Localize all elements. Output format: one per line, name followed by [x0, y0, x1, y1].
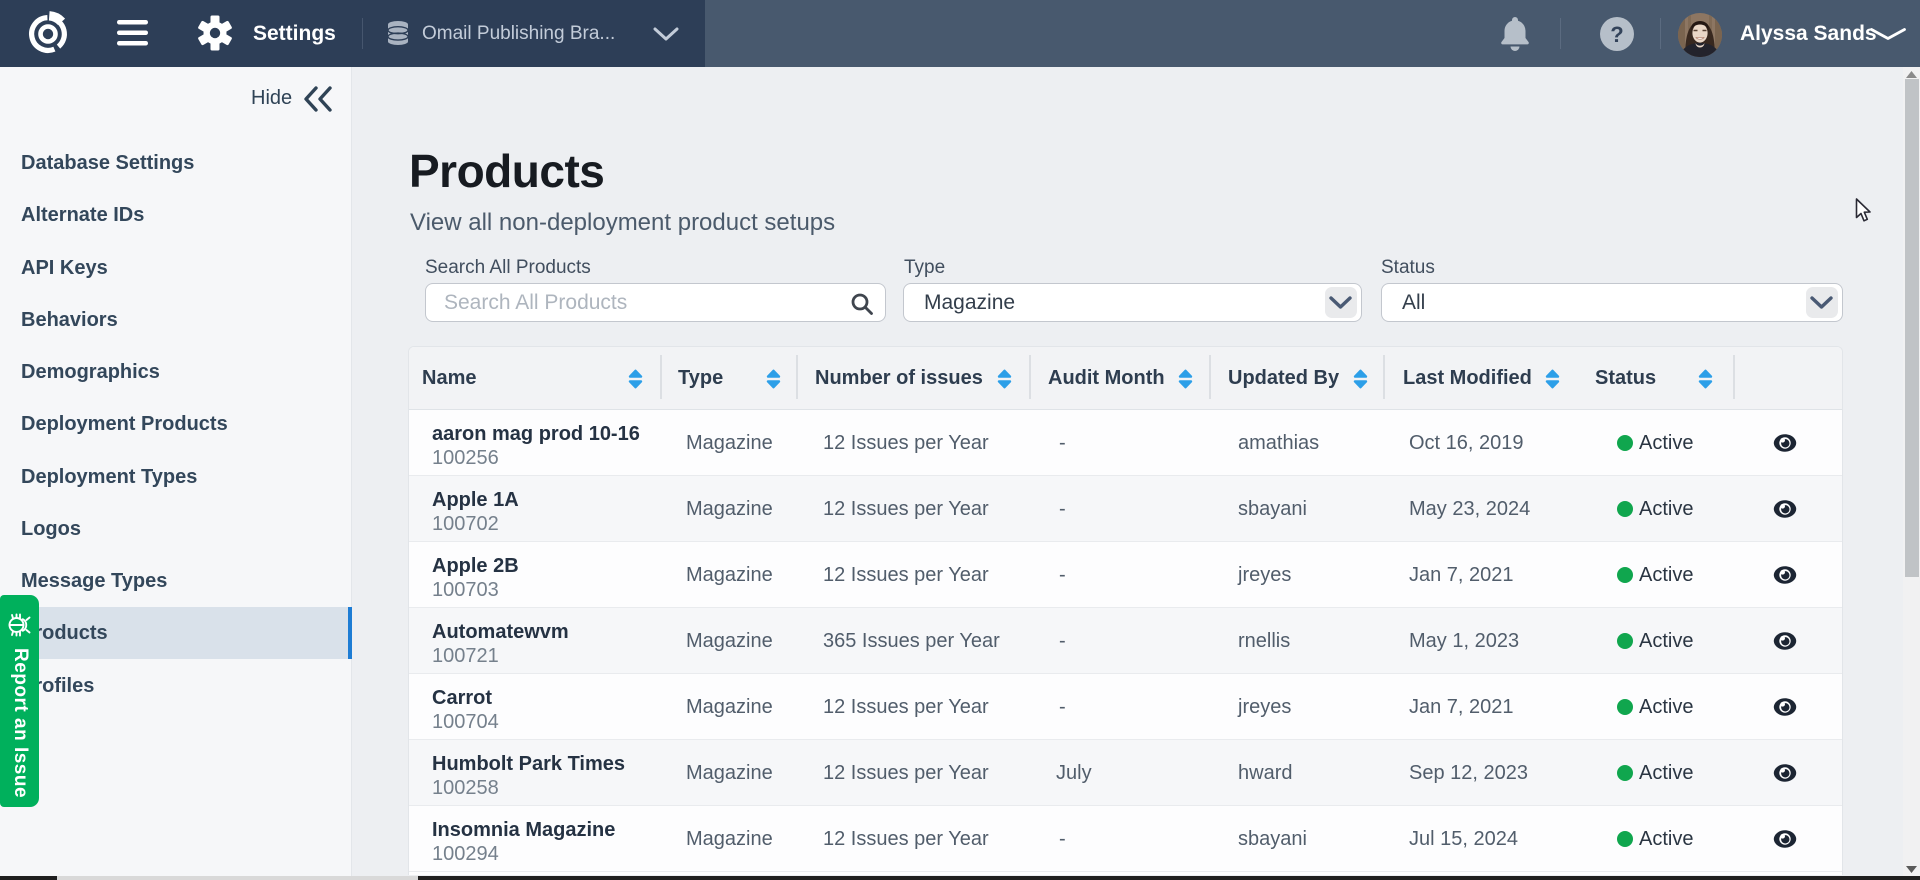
svg-text:?: ? [1610, 22, 1623, 47]
